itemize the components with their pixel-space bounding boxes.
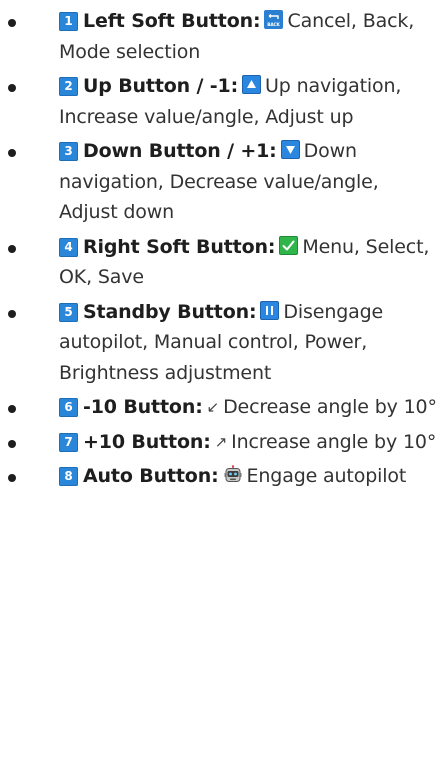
arrow-down-left-icon: ↙	[206, 398, 220, 416]
robot-icon	[223, 465, 243, 485]
bullet-icon	[8, 84, 16, 92]
button-label: Right Soft Button:	[83, 235, 276, 258]
back-icon: BACK	[264, 10, 284, 29]
down-triangle-icon	[280, 140, 300, 159]
button-label: -10 Button:	[83, 396, 203, 418]
number-badge: 8	[59, 467, 78, 486]
number-badge: 2	[59, 77, 78, 96]
list-item-right-soft-button: 4 Right Soft Button: Menu, Select, OK, Sav…	[0, 232, 445, 293]
list-item-left-soft-button: 1 Left Soft Button: BACK Cancel, Back, Mode…	[0, 6, 445, 67]
checkmark-icon	[279, 235, 299, 255]
bullet-icon	[8, 244, 16, 253]
up-triangle-icon	[242, 75, 262, 94]
button-label: Up Button / -1:	[83, 75, 239, 97]
button-label: +10 Button:	[83, 430, 211, 453]
button-label: Standby Button:	[83, 300, 257, 323]
number-badge: 3	[59, 142, 78, 161]
bullet-icon	[8, 19, 16, 27]
number-badge: 1	[59, 12, 78, 31]
bullet-icon	[8, 309, 16, 318]
arrow-up-right-icon: ↗	[214, 432, 228, 451]
button-list: 1 Left Soft Button: BACK Cancel, Back, Mode…	[0, 0, 445, 492]
number-badge: 5	[59, 302, 78, 322]
list-item-standby-button: 5 Standby Button: Disengage autopilot, Man…	[0, 297, 445, 389]
list-item-down-button: 3 Down Button / +1: Down navigation, Decre…	[0, 136, 445, 228]
button-description: Decrease angle by 10°	[223, 396, 437, 418]
list-item-minus-ten-button: 6 -10 Button: ↙ Decrease angle by 10°	[0, 392, 445, 423]
list-item-up-button: 2 Up Button / -1: Up navigation, Increase …	[0, 71, 445, 132]
bullet-icon	[8, 474, 16, 482]
number-badge: 6	[59, 398, 78, 417]
button-description: Increase angle by 10°	[231, 430, 437, 453]
bullet-icon	[8, 405, 16, 413]
button-label: Auto Button:	[83, 465, 219, 487]
button-label: Left Soft Button:	[83, 10, 261, 32]
svg-text:BACK: BACK	[268, 22, 281, 28]
bullet-icon	[8, 439, 16, 448]
number-badge: 7	[59, 432, 78, 452]
list-item-plus-ten-button: 7 +10 Button: ↗ Increase angle by 10°	[0, 427, 445, 458]
button-label: Down Button / +1:	[83, 140, 277, 162]
list-item-auto-button: 8 Auto Button: Engage autopilot	[0, 461, 445, 492]
bullet-icon	[8, 149, 16, 157]
button-description: Engage autopilot	[246, 465, 407, 487]
number-badge: 4	[59, 237, 78, 257]
pause-icon	[260, 300, 280, 320]
